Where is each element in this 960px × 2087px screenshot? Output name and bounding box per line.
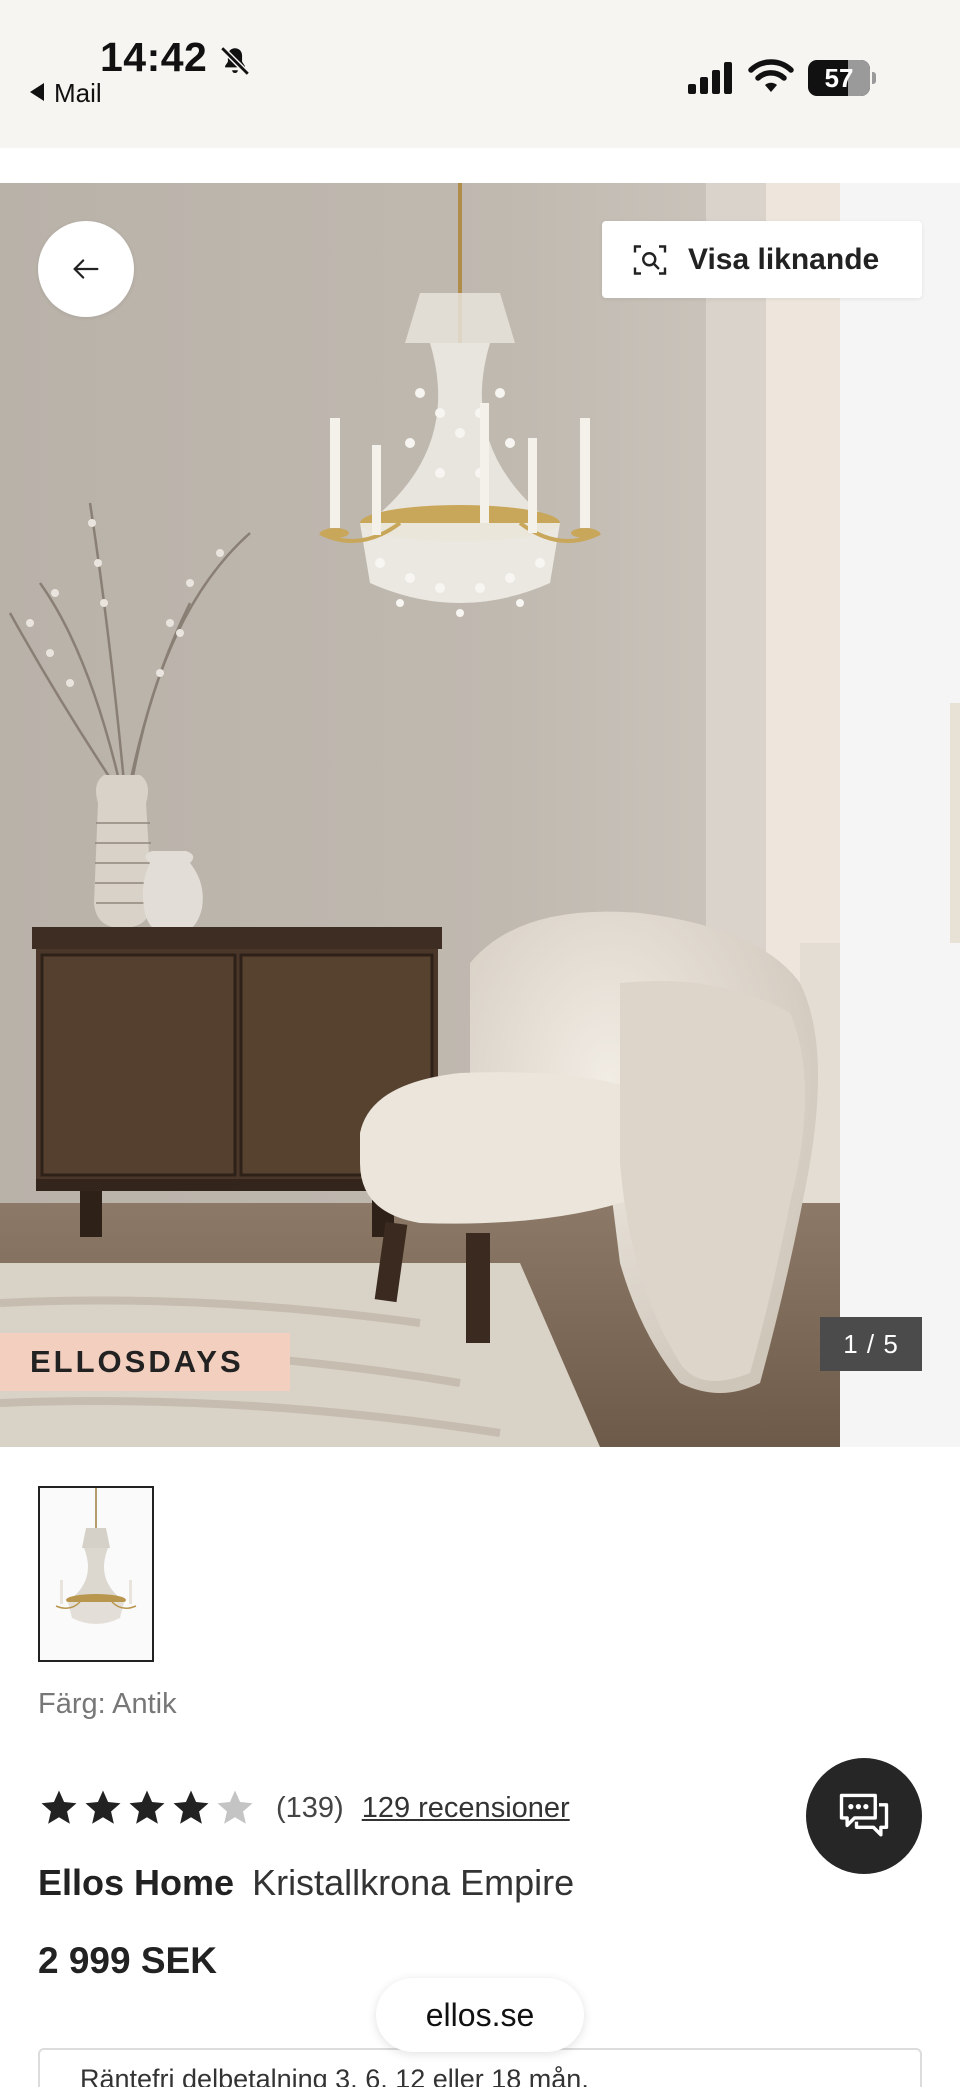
browser-url-pill[interactable]: ellos.se	[376, 1978, 584, 2052]
star-filled-icon	[129, 1790, 165, 1824]
thumbnail-antik[interactable]	[38, 1486, 154, 1662]
thumbnail-image	[40, 1488, 152, 1660]
chat-icon	[839, 1793, 889, 1837]
show-similar-label: Visa liknande	[688, 242, 880, 276]
wifi-icon	[748, 59, 794, 92]
product-title: Ellos Home Kristallkrona Empire	[38, 1862, 574, 1904]
show-similar-button[interactable]: Visa liknande	[602, 221, 922, 298]
product-photo	[0, 183, 960, 1447]
arrow-left-icon	[73, 259, 99, 279]
rating-stars	[38, 1787, 258, 1829]
product-image-carousel[interactable]: Visa liknande ELLOSDAYS 1 / 5	[0, 183, 960, 1447]
rating-count: (139)	[276, 1791, 344, 1824]
campaign-badge: ELLOSDAYS	[0, 1333, 290, 1391]
battery-level: 57	[824, 63, 854, 93]
installment-info[interactable]: Räntefri delbetalning 3, 6, 12 eller 18 …	[38, 2048, 922, 2087]
battery-icon: 57	[808, 60, 876, 96]
bell-slash-icon	[220, 46, 250, 76]
reviews-link[interactable]: 129 recensioner	[362, 1792, 570, 1825]
chat-button[interactable]	[806, 1758, 922, 1874]
star-empty-icon	[217, 1790, 253, 1824]
installment-text: Räntefri delbetalning 3, 6, 12 eller 18 …	[80, 2064, 589, 2087]
star-filled-icon	[173, 1790, 209, 1824]
star-filled-icon	[41, 1790, 77, 1824]
back-triangle-icon	[30, 83, 44, 101]
image-counter: 1 / 5	[820, 1317, 922, 1371]
back-to-mail-button[interactable]: Mail	[30, 78, 102, 109]
product-price: 2 999 SEK	[38, 1940, 217, 1981]
rating-row: (139) 129 recensioner	[38, 1784, 570, 1832]
star-filled-icon	[85, 1790, 121, 1824]
status-time: 14:42	[100, 34, 208, 80]
status-bar: 14:42 Mail 57	[0, 0, 960, 148]
product-brand: Ellos Home	[38, 1862, 235, 1903]
visual-search-icon	[633, 244, 667, 275]
color-label: Färg: Antik	[38, 1688, 177, 1720]
signal-icon	[688, 62, 732, 94]
back-app-label: Mail	[54, 78, 102, 108]
back-button[interactable]	[38, 221, 134, 317]
product-name: Kristallkrona Empire	[252, 1862, 575, 1903]
